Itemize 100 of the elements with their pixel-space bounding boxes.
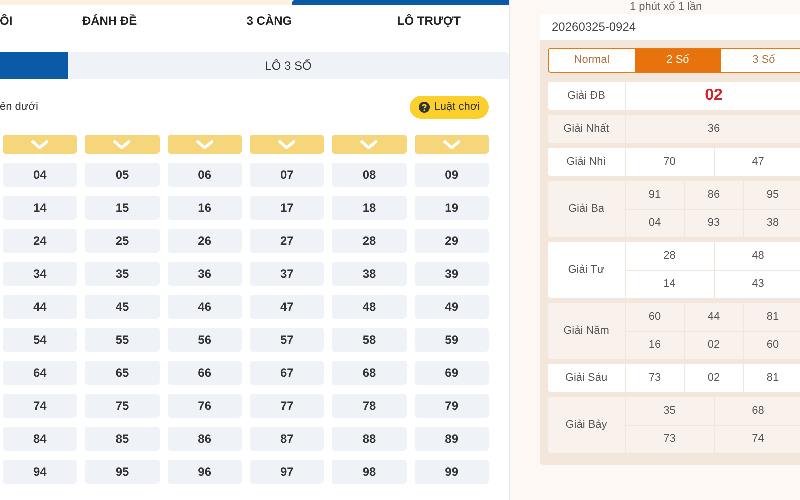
chevron-down-icon (442, 140, 461, 150)
prize-number: 95 (743, 181, 800, 209)
prize-number: 60 (743, 332, 800, 359)
number-button[interactable]: 34 (3, 262, 78, 286)
number-button[interactable]: 16 (168, 196, 242, 220)
chevron-down-icon (113, 140, 132, 150)
number-button[interactable]: 49 (414, 295, 489, 319)
number-button[interactable]: 09 (414, 163, 489, 187)
prize-name: Giải Nhất (548, 115, 626, 143)
number-button[interactable]: 26 (168, 229, 242, 253)
number-button[interactable]: 79 (414, 394, 489, 418)
number-button[interactable]: 45 (85, 295, 160, 319)
number-button[interactable]: 38 (332, 262, 407, 286)
column-select-button[interactable] (250, 135, 324, 154)
game-tab[interactable]: ÔI (0, 12, 30, 30)
number-button[interactable]: 59 (414, 328, 489, 352)
number-button[interactable]: 78 (332, 394, 407, 418)
number-button[interactable]: 39 (414, 262, 489, 286)
prize-number: 02 (684, 332, 743, 359)
number-button[interactable]: 15 (85, 196, 160, 220)
number-button[interactable]: 88 (332, 427, 407, 451)
number-button[interactable]: 85 (85, 427, 160, 451)
number-button[interactable]: 17 (250, 196, 324, 220)
chevron-down-icon (278, 140, 296, 150)
number-button[interactable]: 35 (85, 262, 160, 286)
number-button[interactable]: 46 (168, 295, 242, 319)
rules-button[interactable]: Luật chơi (410, 96, 489, 118)
number-button[interactable]: 27 (250, 229, 324, 253)
instruction-text: ên dưới (0, 100, 38, 115)
help-icon (419, 102, 430, 112)
prize-number: 44 (684, 303, 743, 331)
number-button[interactable]: 65 (85, 361, 160, 385)
column-select-button[interactable] (332, 135, 407, 154)
prize-name: Giải Bảy (548, 397, 626, 453)
prize-number: 38 (743, 210, 800, 237)
prize-number: 73 (662, 432, 677, 448)
number-button[interactable]: 08 (332, 163, 407, 187)
number-button[interactable]: 54 (3, 328, 78, 352)
prize-number: 81 (743, 364, 800, 392)
number-button[interactable]: 55 (85, 328, 160, 352)
mode-tab[interactable]: Normal (549, 49, 635, 72)
game-tab[interactable]: 3 CÀNG (190, 12, 350, 30)
game-tab[interactable]: LÔ TRƯỢT (349, 12, 509, 30)
number-button[interactable]: 18 (332, 196, 407, 220)
number-button[interactable]: 25 (85, 229, 160, 253)
number-button[interactable]: 76 (168, 394, 242, 418)
number-button[interactable]: 06 (168, 163, 242, 187)
prize-number: 04 (648, 216, 662, 232)
number-button[interactable]: 05 (85, 163, 160, 187)
prize-name: Giải ĐB (548, 82, 626, 110)
number-button[interactable]: 29 (414, 229, 489, 253)
number-button[interactable]: 58 (332, 328, 407, 352)
number-button[interactable]: 66 (168, 361, 242, 385)
mode-tab[interactable]: 3 Số (721, 49, 800, 72)
number-button[interactable]: 04 (3, 163, 78, 187)
prize-number: 35 (662, 404, 677, 419)
number-button[interactable]: 37 (250, 262, 324, 286)
column-select-button[interactable] (3, 135, 78, 154)
number-button[interactable]: 28 (332, 229, 407, 253)
number-button[interactable]: 86 (168, 427, 242, 451)
number-button[interactable]: 24 (3, 229, 78, 253)
number-button[interactable]: 67 (250, 361, 324, 385)
number-button[interactable]: 57 (250, 328, 324, 352)
number-button[interactable]: 77 (250, 394, 324, 418)
column-select-button[interactable] (168, 135, 242, 154)
number-button[interactable]: 87 (250, 427, 324, 451)
number-button[interactable]: 14 (3, 196, 78, 220)
number-button[interactable]: 48 (332, 295, 407, 319)
number-button[interactable]: 19 (414, 196, 489, 220)
column-select-button[interactable] (85, 135, 160, 154)
number-button[interactable]: 95 (85, 460, 160, 484)
number-button[interactable]: 56 (168, 328, 242, 352)
prize-number: 91 (648, 188, 662, 203)
number-button[interactable]: 96 (168, 460, 242, 484)
number-button[interactable]: 98 (332, 460, 407, 484)
sub-tab[interactable] (0, 52, 68, 79)
number-button[interactable]: 94 (3, 460, 78, 484)
number-button[interactable]: 84 (3, 427, 78, 451)
prize-number: 14 (662, 277, 677, 292)
prize-number: 48 (714, 242, 800, 270)
number-button[interactable]: 97 (250, 460, 324, 484)
prize-number: 60 (648, 310, 662, 325)
prize-number: 74 (714, 426, 800, 453)
number-button[interactable]: 44 (3, 295, 78, 319)
number-button[interactable]: 47 (250, 295, 324, 319)
number-button[interactable]: 69 (414, 361, 489, 385)
prize-number: 16 (648, 338, 662, 354)
prize-number: 43 (714, 271, 800, 298)
number-button[interactable]: 74 (3, 394, 78, 418)
number-button[interactable]: 36 (168, 262, 242, 286)
game-tab[interactable]: ĐÁNH ĐỀ (30, 12, 190, 30)
number-button[interactable]: 64 (3, 361, 78, 385)
draw-id-field: 20260325-0924 (540, 14, 800, 40)
prize-name: Giải Sáu (548, 364, 626, 392)
number-button[interactable]: 07 (250, 163, 324, 187)
column-select-button[interactable] (414, 135, 489, 154)
number-button[interactable]: 75 (85, 394, 160, 418)
number-button[interactable]: 99 (414, 460, 489, 484)
number-button[interactable]: 89 (414, 427, 489, 451)
number-button[interactable]: 68 (332, 361, 407, 385)
